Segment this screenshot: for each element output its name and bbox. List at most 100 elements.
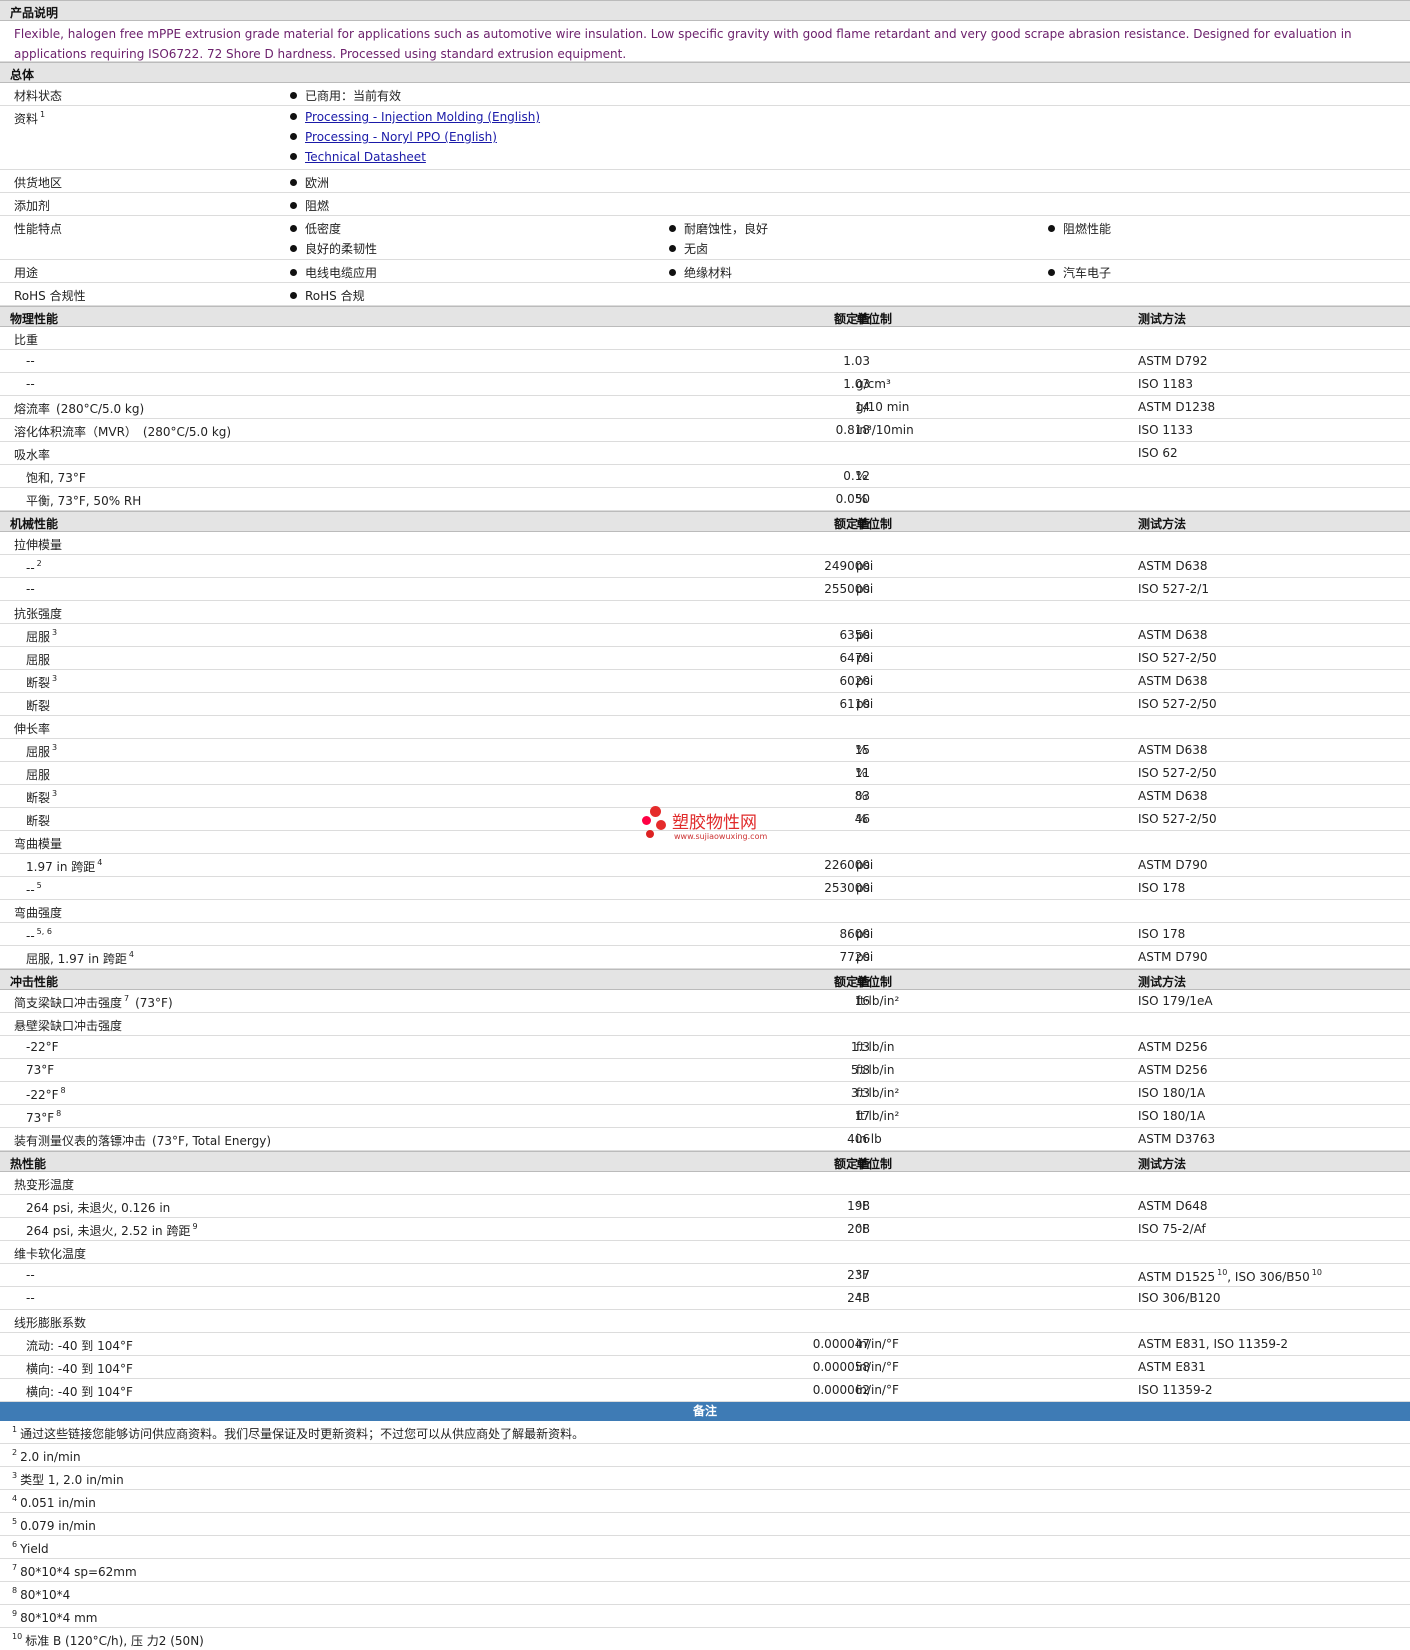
section-title: 热性能 — [10, 1157, 47, 1171]
general-label-wrap: RoHS 合规性 — [14, 287, 86, 304]
footnote-number: 6 — [12, 1540, 18, 1549]
property-name: -22°F — [26, 1040, 59, 1054]
header-method: 测试方法 — [1138, 312, 1187, 326]
property-row: 屈服 3 15% ASTM D638 — [0, 739, 1410, 762]
footnote-number: 10 — [12, 1632, 23, 1641]
test-method: ISO 75-2/Af — [1138, 1222, 1206, 1236]
footnote: 10 标准 B (120°C/h), 压 力2 (50N) — [12, 1632, 204, 1649]
property-unit: in/in/°F — [856, 1360, 899, 1374]
property-unit: psi — [856, 927, 874, 941]
section-title: 产品说明 — [10, 6, 59, 20]
property-name: 横向: -40 到 104°F — [26, 1385, 133, 1399]
header-unit: 单位制 — [856, 975, 893, 989]
property-name: -- — [26, 883, 35, 897]
footnote: 7 80*10*4 sp=62mm — [12, 1563, 137, 1579]
property-row: 1.97 in 跨距 4 226000 psi ASTM D790 — [0, 854, 1410, 877]
bullet-text: 耐磨蚀性，良好 — [684, 222, 769, 236]
note-row: 5 0.079 in/min — [0, 1513, 1410, 1536]
bullet-text: 良好的柔韧性 — [305, 242, 378, 256]
test-method-text: ISO 180/1A — [1138, 1109, 1206, 1123]
property-name: 伸长率 — [14, 722, 51, 736]
test-method-text: ISO 62 — [1138, 446, 1178, 460]
property-unit: psi — [856, 674, 874, 688]
property-value: 1.03 — [843, 354, 870, 368]
bullet-item: 欧洲 — [290, 174, 329, 191]
footnote-text: 0.051 in/min — [20, 1496, 96, 1510]
property-name: 横向: -40 到 104°F — [26, 1362, 133, 1376]
test-method-text: ISO 527-2/50 — [1138, 697, 1217, 711]
logo-dot — [656, 820, 666, 830]
property-name: 溶化体积流率（MVR） — [14, 425, 137, 439]
property-unit: °F — [856, 1291, 869, 1305]
test-method: ASTM D638 — [1138, 628, 1207, 642]
header-method: 测试方法 — [1138, 517, 1187, 531]
footnote-ref: 3 — [52, 743, 58, 752]
footnote-ref: 5, 6 — [36, 927, 52, 936]
note-row: 6 Yield — [0, 1536, 1410, 1559]
test-method: ASTM E831 — [1138, 1360, 1206, 1374]
bullet-text: 低密度 — [305, 222, 342, 236]
document-link[interactable]: Processing - Injection Molding (English) — [305, 110, 540, 124]
general-row: 资料 1 Processing - Injection Molding (Engli… — [0, 106, 1410, 170]
property-unit: psi — [856, 582, 874, 596]
property-name: 热变形温度 — [14, 1178, 75, 1192]
document-link[interactable]: Processing - Noryl PPO (English) — [305, 130, 497, 144]
document-link[interactable]: Technical Datasheet — [305, 150, 426, 164]
footnote-text: Yield — [20, 1542, 49, 1556]
section-title: 物理性能 — [10, 312, 59, 326]
property-unit: % — [856, 469, 868, 483]
footnote-text: 标准 B (120°C/h), 压 力2 (50N) — [25, 1634, 204, 1648]
test-method-text: ASTM D638 — [1138, 789, 1208, 803]
property-label: 装有测量仪表的落镖冲击 (73°F, Total Energy) — [14, 1132, 271, 1149]
bullet-item: Processing - Injection Molding (English) — [290, 110, 540, 124]
test-method: ISO 527-2/50 — [1138, 651, 1217, 665]
test-method: ISO 178 — [1138, 881, 1185, 895]
general-label: RoHS 合规性 — [14, 289, 86, 303]
property-name: -- — [26, 1268, 35, 1282]
property-name: 断裂 — [26, 791, 51, 805]
test-method: ISO 178 — [1138, 927, 1185, 941]
property-row: -- 1.03 ASTM D792 — [0, 350, 1410, 373]
property-unit: °F — [856, 1199, 869, 1213]
property-label: 屈服, 1.97 in 跨距 4 — [26, 950, 134, 967]
property-name: -22°F — [26, 1088, 59, 1102]
property-name: -- — [26, 929, 35, 943]
property-row: 屈服 3 6350 psi ASTM D638 — [0, 624, 1410, 647]
test-method-text: ASTM D790 — [1138, 950, 1208, 964]
test-method: ASTM D1525 10, ISO 306/B50 10 — [1138, 1268, 1322, 1284]
test-method-text: ASTM D3763 — [1138, 1132, 1216, 1146]
property-unit: ft·lb/in² — [856, 994, 900, 1008]
test-method: ISO 527-2/1 — [1138, 582, 1209, 596]
general-label: 性能特点 — [14, 222, 63, 236]
property-name: 平衡, 73°F, 50% RH — [26, 494, 142, 508]
property-unit: in/in/°F — [856, 1337, 899, 1351]
footnote-text: 通过这些链接您能够访问供应商资料。我们尽量保证及时更新资料；不过您可以从供应商处… — [20, 1427, 585, 1441]
section-title: 总体 — [10, 68, 35, 82]
property-group-row: 线形膨胀系数 — [0, 1310, 1410, 1333]
note-row: 7 80*10*4 sp=62mm — [0, 1559, 1410, 1582]
general-label-wrap: 资料 1 — [14, 110, 45, 127]
property-name: -- — [26, 1291, 35, 1305]
test-method: ISO 62 — [1138, 446, 1178, 460]
note-row: 9 80*10*4 mm — [0, 1605, 1410, 1628]
notes-header: 备注 — [0, 1402, 1410, 1421]
footnote-text: 80*10*4 — [20, 1588, 71, 1602]
footnote-number: 7 — [12, 1563, 18, 1572]
property-label: 屈服 3 — [26, 743, 57, 760]
property-row: -- 5, 6 8600 psi ISO 178 — [0, 923, 1410, 946]
test-method-text: ISO 75-2/Af — [1138, 1222, 1206, 1236]
general-label-wrap: 添加剂 — [14, 197, 50, 214]
footnote-ref: 10 — [1217, 1268, 1228, 1277]
footnote: 8 80*10*4 — [12, 1586, 70, 1602]
property-row: 装有测量仪表的落镖冲击 (73°F, Total Energy) 406 in·lb A… — [0, 1128, 1410, 1151]
property-label: 断裂 — [26, 812, 50, 829]
property-row: 屈服 6470 psi ISO 527-2/50 — [0, 647, 1410, 670]
property-label: 弯曲强度 — [14, 904, 62, 921]
bullet-item: 电线电缆应用 — [290, 264, 377, 281]
property-name: -- — [26, 377, 35, 391]
property-label: 维卡软化温度 — [14, 1245, 86, 1262]
property-condition: (280°C/5.0 kg) — [142, 425, 232, 439]
property-name: 73°F — [26, 1063, 55, 1077]
property-label: 比重 — [14, 331, 38, 348]
property-name: 流动: -40 到 104°F — [26, 1339, 133, 1353]
